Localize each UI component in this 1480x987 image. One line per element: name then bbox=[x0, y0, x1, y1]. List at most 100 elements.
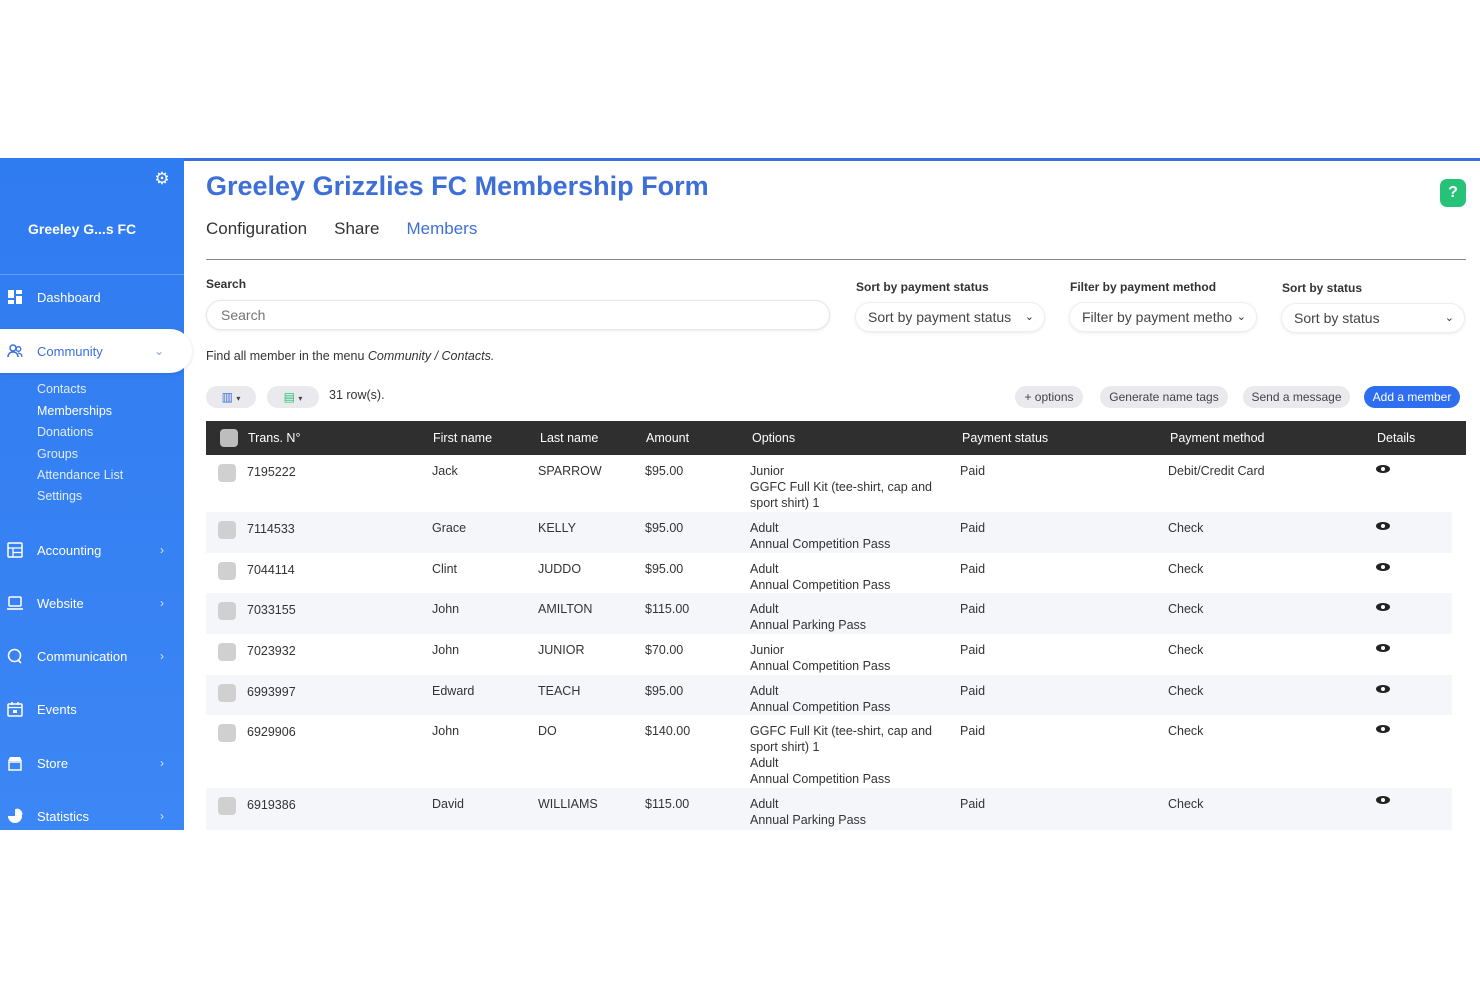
col-first-name[interactable]: First name bbox=[433, 431, 492, 445]
col-payment-status[interactable]: Payment status bbox=[962, 431, 1048, 445]
select-all-checkbox[interactable] bbox=[220, 429, 238, 447]
cell-amount: $115.00 bbox=[645, 797, 690, 811]
chevron-down-icon: ⌄ bbox=[1236, 311, 1246, 323]
sidebar-item-events[interactable]: Events bbox=[0, 691, 184, 727]
sidebar-sub-groups[interactable]: Groups bbox=[37, 447, 78, 461]
hint-text: Find all member in the menu bbox=[206, 349, 368, 363]
eye-icon[interactable] bbox=[1376, 603, 1390, 611]
org-name[interactable]: Greeley G...s FC bbox=[28, 221, 136, 237]
add-member-button[interactable]: Add a member bbox=[1364, 386, 1460, 408]
print-icon: ▤ bbox=[283, 390, 295, 404]
tab-share[interactable]: Share bbox=[334, 219, 379, 239]
row-checkbox[interactable] bbox=[218, 797, 236, 815]
sidebar-item-website[interactable]: Website › bbox=[0, 585, 184, 621]
contacts-hint: Find all member in the menu Community / … bbox=[206, 349, 494, 363]
col-options[interactable]: Options bbox=[752, 431, 795, 445]
cell-status: Paid bbox=[960, 684, 986, 698]
row-checkbox[interactable] bbox=[218, 724, 236, 742]
eye-icon[interactable] bbox=[1376, 465, 1390, 473]
col-details: Details bbox=[1377, 431, 1416, 445]
row-checkbox[interactable] bbox=[218, 562, 236, 580]
row-count: 31 row(s). bbox=[329, 388, 385, 402]
cell-options: Adult Annual Competition Pass bbox=[750, 683, 890, 715]
cell-first: John bbox=[432, 602, 460, 616]
sidebar-item-community[interactable]: Community ⌄ bbox=[0, 329, 192, 373]
sidebar-divider bbox=[0, 274, 184, 275]
main-content: Greeley Grizzlies FC Membership Form ? C… bbox=[184, 158, 1480, 830]
help-icon[interactable]: ? bbox=[1440, 179, 1466, 207]
gear-icon[interactable]: ⚙ bbox=[153, 170, 171, 188]
cell-last: AMILTON bbox=[538, 602, 593, 616]
row-checkbox[interactable] bbox=[218, 643, 236, 661]
generate-name-tags-button[interactable]: Generate name tags bbox=[1100, 386, 1228, 408]
options-button[interactable]: + options bbox=[1015, 386, 1083, 408]
cell-last: WILLIAMS bbox=[538, 797, 598, 811]
chevron-down-icon: ⌄ bbox=[153, 344, 164, 358]
sidebar-sub-settings[interactable]: Settings bbox=[37, 489, 82, 503]
row-checkbox[interactable] bbox=[218, 602, 236, 620]
option-line: Adult bbox=[750, 521, 779, 535]
table-row: 7023932 John JUNIOR $70.00 Junior Annual … bbox=[206, 634, 1452, 675]
chevron-right-icon: › bbox=[160, 596, 164, 610]
events-icon bbox=[7, 702, 23, 717]
cell-first: John bbox=[432, 724, 460, 738]
eye-icon[interactable] bbox=[1376, 522, 1390, 530]
table-row: 7114533 Grace KELLY $95.00 Adult Annual C… bbox=[206, 512, 1452, 553]
cell-amount: $115.00 bbox=[645, 602, 690, 616]
col-payment-method[interactable]: Payment method bbox=[1170, 431, 1265, 445]
sort-status-select[interactable]: Sort by status ⌄ bbox=[1281, 303, 1465, 333]
filter-method-select[interactable]: Filter by payment metho ⌄ bbox=[1069, 302, 1257, 332]
tab-configuration[interactable]: Configuration bbox=[206, 219, 307, 239]
eye-icon[interactable] bbox=[1376, 644, 1390, 652]
app-window: ⚙ Greeley G...s FC Dashboard Community ⌄… bbox=[0, 158, 1480, 830]
cell-trans: 7023932 bbox=[247, 644, 296, 658]
col-last-name[interactable]: Last name bbox=[540, 431, 598, 445]
sidebar-item-store[interactable]: Store › bbox=[0, 745, 184, 781]
eye-icon[interactable] bbox=[1376, 685, 1390, 693]
cell-status: Paid bbox=[960, 643, 986, 657]
sidebar-item-label: Events bbox=[37, 701, 77, 717]
hint-path[interactable]: Community / Contacts. bbox=[368, 349, 494, 363]
chevron-down-icon: ⌄ bbox=[1024, 311, 1034, 323]
option-line: Annual Competition Pass bbox=[750, 578, 891, 592]
tab-members[interactable]: Members bbox=[407, 219, 478, 239]
cell-amount: $140.00 bbox=[645, 724, 691, 738]
sort-payment-select[interactable]: Sort by payment status ⌄ bbox=[855, 302, 1045, 332]
eye-icon[interactable] bbox=[1376, 563, 1390, 571]
table-row: 7044114 Clint JUDDO $95.00 Adult Annual C… bbox=[206, 553, 1452, 593]
sort-status-label: Sort by status bbox=[1282, 281, 1363, 295]
cell-last: JUNIOR bbox=[538, 643, 585, 657]
send-message-button[interactable]: Send a message bbox=[1243, 386, 1350, 408]
cell-status: Paid bbox=[960, 562, 986, 576]
sidebar-item-label: Website bbox=[37, 595, 84, 611]
columns-button[interactable]: ▥ ▾ bbox=[206, 386, 256, 408]
filter-method-label: Filter by payment method bbox=[1070, 280, 1217, 294]
sidebar-sub-attendance[interactable]: Attendance List bbox=[37, 468, 123, 482]
sidebar-sub-contacts[interactable]: Contacts bbox=[37, 382, 86, 396]
row-checkbox[interactable] bbox=[218, 464, 236, 482]
sidebar-item-statistics[interactable]: Statistics › bbox=[0, 798, 184, 830]
cell-method: Check bbox=[1168, 521, 1204, 535]
sidebar-item-label: Community bbox=[37, 343, 103, 359]
search-input[interactable] bbox=[206, 300, 830, 330]
sidebar-sub-donations[interactable]: Donations bbox=[37, 425, 93, 439]
row-checkbox[interactable] bbox=[218, 521, 236, 539]
select-value: Filter by payment metho bbox=[1082, 309, 1233, 325]
cell-last: DO bbox=[538, 724, 557, 738]
col-trans[interactable]: Trans. N° bbox=[248, 431, 300, 445]
row-checkbox[interactable] bbox=[218, 684, 236, 702]
sidebar-item-communication[interactable]: Communication › bbox=[0, 638, 184, 674]
sidebar-item-accounting[interactable]: Accounting › bbox=[0, 532, 184, 568]
cell-status: Paid bbox=[960, 602, 986, 616]
sidebar-sub-memberships[interactable]: Memberships bbox=[37, 404, 112, 418]
print-button[interactable]: ▤ ▾ bbox=[267, 386, 319, 408]
columns-icon: ▥ bbox=[221, 390, 233, 404]
accounting-icon bbox=[7, 542, 23, 558]
eye-icon[interactable] bbox=[1376, 796, 1390, 804]
cell-method: Check bbox=[1168, 643, 1204, 657]
col-amount[interactable]: Amount bbox=[646, 431, 689, 445]
chevron-down-icon: ⌄ bbox=[1444, 312, 1454, 324]
eye-icon[interactable] bbox=[1376, 725, 1390, 733]
sidebar-item-dashboard[interactable]: Dashboard bbox=[0, 279, 184, 315]
cell-last: KELLY bbox=[538, 521, 576, 535]
